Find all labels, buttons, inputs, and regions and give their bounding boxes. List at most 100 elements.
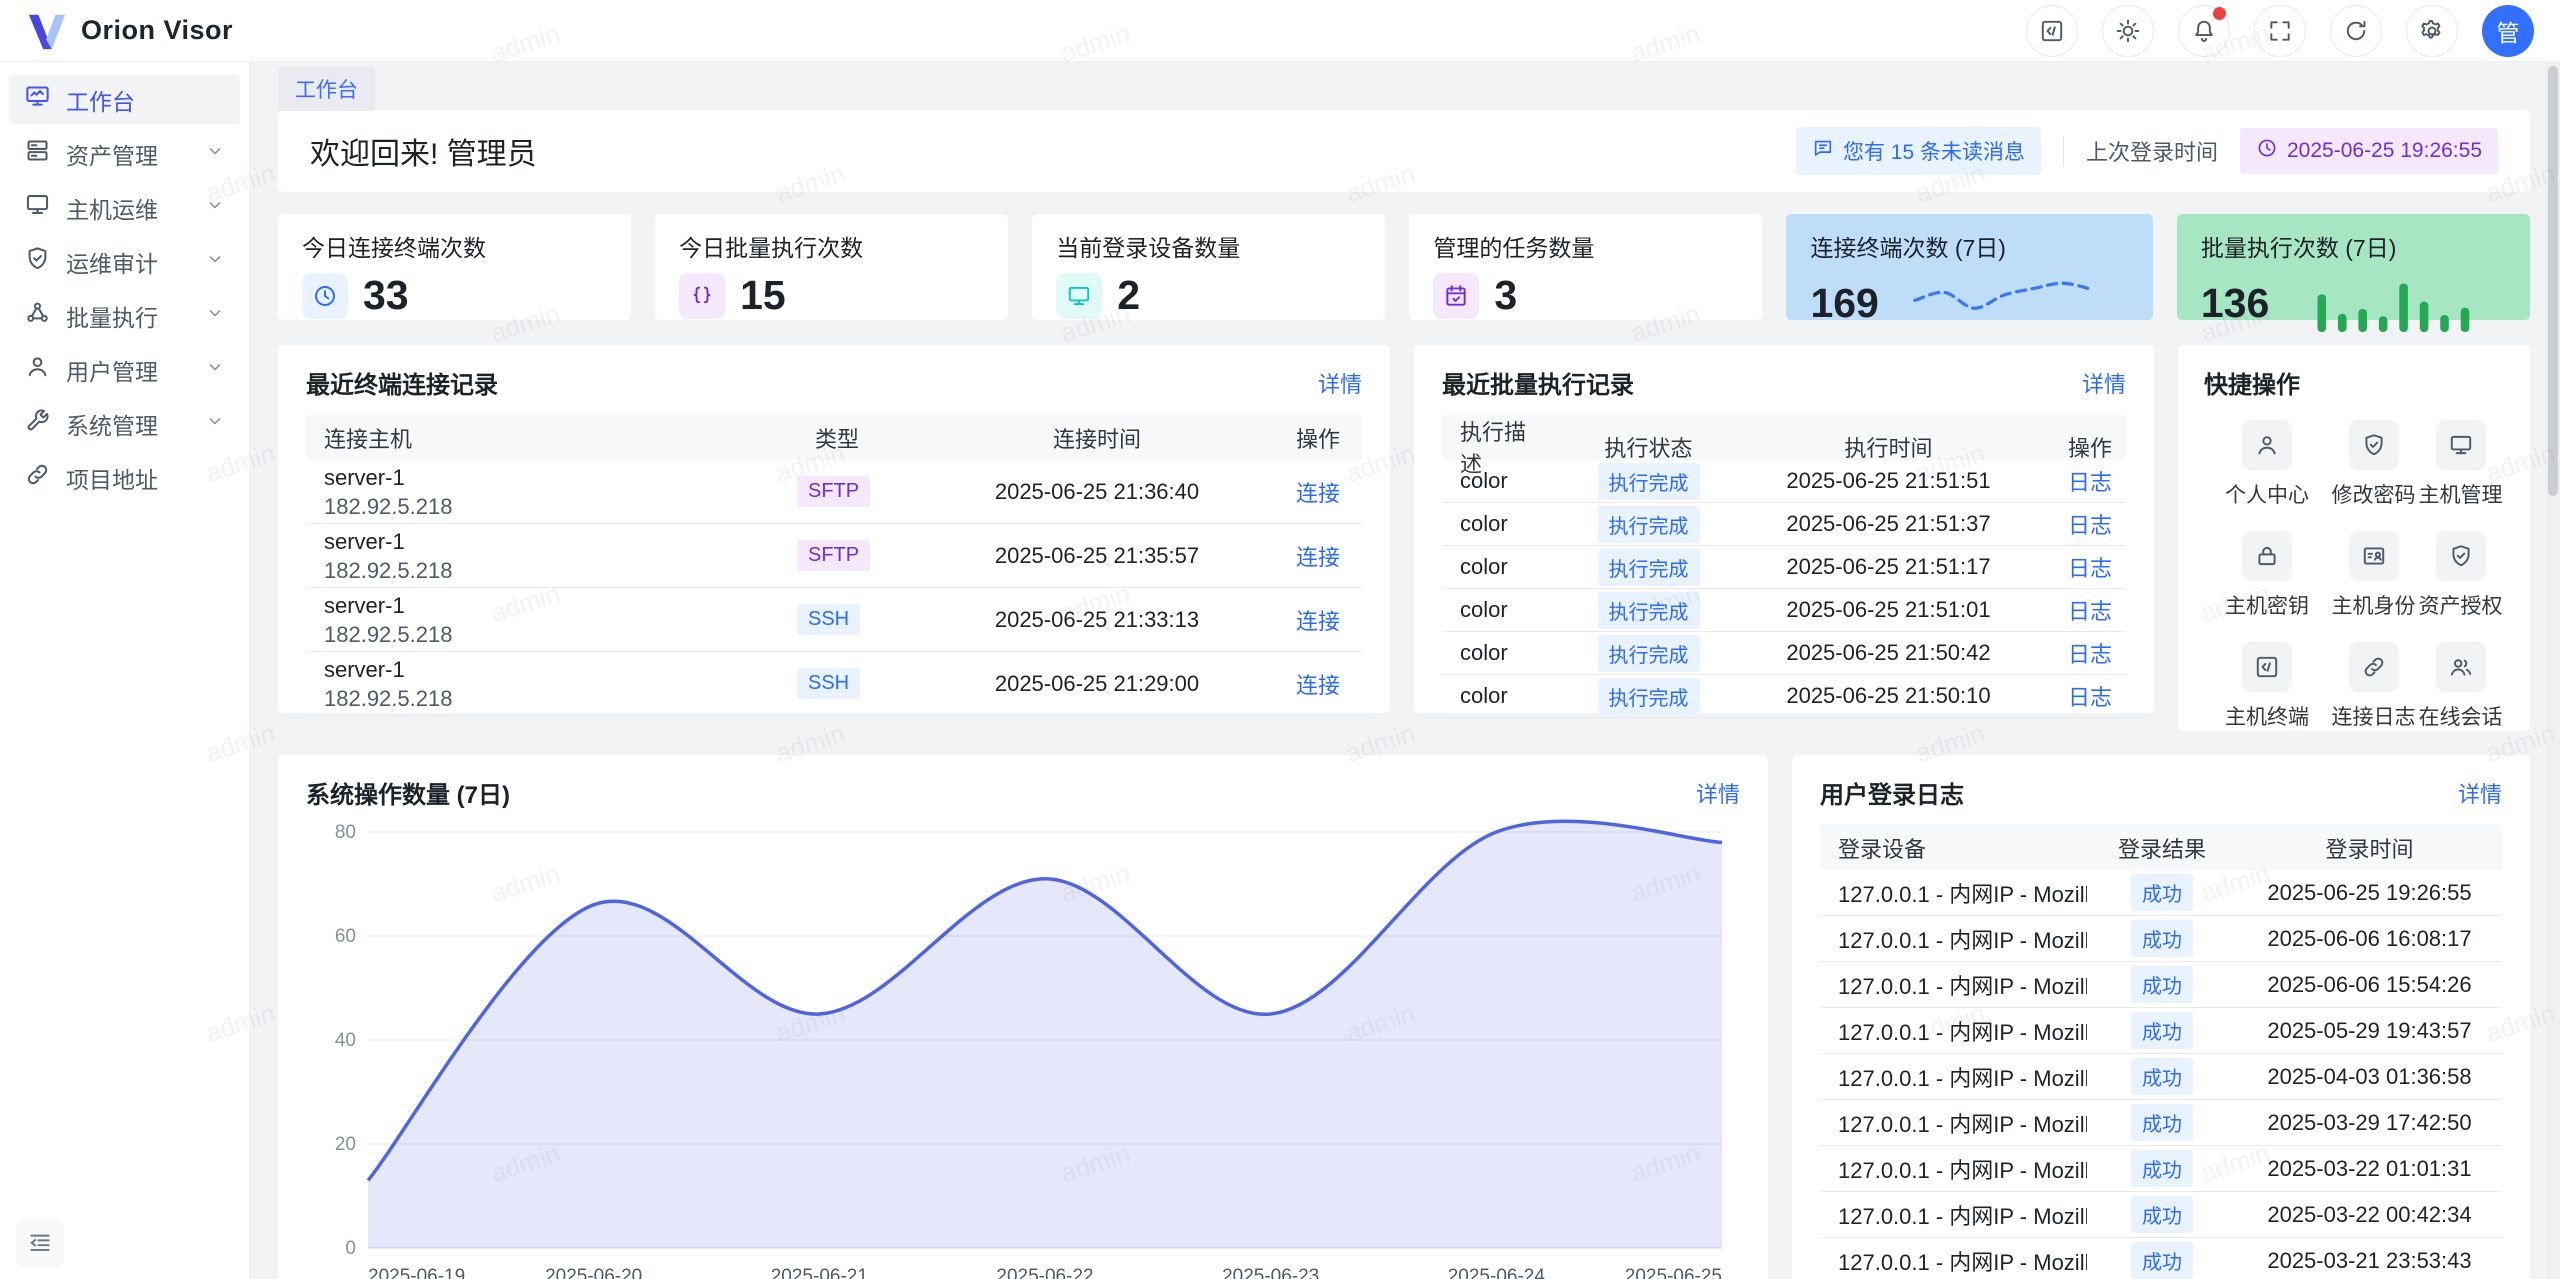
table-row: server-1 182.92.5.218 SFTP 2025-06-25 21… — [306, 524, 1362, 588]
page-scrollbar[interactable] — [2546, 62, 2560, 1279]
sidebar-item-assets[interactable]: 资产管理 — [9, 129, 240, 178]
table-row: 127.0.0.1 - 内网IP - Mozilla/5.0 (Windows … — [1820, 1100, 2502, 1146]
log-link[interactable]: 日志 — [2068, 556, 2112, 581]
sidebar-item-dashboard[interactable]: 工作台 — [9, 75, 240, 124]
sidebar: 工作台 资产管理 主机运维 运维审计 批量执行 用户管理 系统管理 项目地址 — [0, 62, 250, 1279]
quick-action-lock[interactable]: 主机密钥 — [2204, 531, 2330, 620]
table-row: 127.0.0.1 - 内网IP - Mozilla/5.0 (Windows … — [1820, 916, 2502, 962]
result-badge: 成功 — [2131, 1242, 2193, 1279]
log-link[interactable]: 日志 — [2068, 685, 2112, 710]
shield-icon — [2349, 420, 2399, 470]
login-time: 2025-03-22 01:01:31 — [2237, 1156, 2502, 1182]
login-card-title: 用户登录日志 — [1820, 775, 1964, 810]
connect-time: 2025-06-25 21:33:13 — [947, 607, 1247, 633]
monitor-icon — [24, 191, 51, 224]
batch-icon — [24, 299, 51, 332]
terminal-table-header: 连接主机类型连接时间操作 — [306, 415, 1362, 460]
spark-stat-card: 连接终端次数 (7日) 169 — [1786, 214, 2152, 320]
app-logo: Orion Visor — [26, 10, 233, 52]
sidebar-item-batch[interactable]: 批量执行 — [9, 291, 240, 340]
breadcrumb-item-workbench[interactable]: 工作台 — [278, 67, 375, 111]
quick-action-shield[interactable]: 资产授权 — [2417, 531, 2504, 620]
sidebar-item-link[interactable]: 项目地址 — [9, 453, 240, 502]
exec-time: 2025-06-25 21:50:10 — [1746, 683, 2031, 709]
user-icon — [2242, 420, 2292, 470]
svg-text:80: 80 — [335, 822, 356, 843]
connect-link[interactable]: 连接 — [1296, 609, 1340, 634]
terminal-detail-link[interactable]: 详情 — [1318, 367, 1362, 399]
exec-card-title: 最近批量执行记录 — [1442, 365, 1634, 400]
status-badge: 执行完成 — [1598, 678, 1700, 715]
quick-action-code[interactable]: 主机终端 — [2204, 642, 2330, 731]
sidebar-item-user[interactable]: 用户管理 — [9, 345, 240, 394]
quick-action-user[interactable]: 个人中心 — [2204, 420, 2330, 509]
sidebar-item-shield[interactable]: 运维审计 — [9, 237, 240, 286]
svg-text:2025-06-23: 2025-06-23 — [1222, 1266, 1319, 1279]
log-link[interactable]: 日志 — [2068, 470, 2112, 495]
table-row: 127.0.0.1 - 内网IP - Mozilla/5.0 (Windows … — [1820, 870, 2502, 916]
chart-detail-link[interactable]: 详情 — [1696, 777, 1740, 809]
login-device: 127.0.0.1 - 内网IP - Mozilla/5.0 (Windows … — [1820, 1245, 2087, 1277]
stat-label: 管理的任务数量 — [1433, 229, 1738, 263]
sidebar-item-monitor[interactable]: 主机运维 — [9, 183, 240, 232]
status-badge: 执行完成 — [1598, 592, 1700, 629]
quick-action-idcard[interactable]: 主机身份 — [2330, 531, 2417, 620]
login-device: 127.0.0.1 - 内网IP - Mozilla/5.0 (Windows … — [1820, 923, 2087, 955]
bell-button[interactable] — [2178, 5, 2230, 57]
connect-link[interactable]: 连接 — [1296, 545, 1340, 570]
column-header: 操作 — [1247, 422, 1362, 454]
connect-link[interactable]: 连接 — [1296, 481, 1340, 506]
idcard-icon — [2349, 531, 2399, 581]
svg-text:2025-06-21: 2025-06-21 — [771, 1266, 868, 1279]
orion-visor-logo-icon — [26, 10, 68, 52]
stat-label: 当前登录设备数量 — [1056, 229, 1361, 263]
refresh-button[interactable] — [2330, 5, 2382, 57]
stat-label: 批量执行次数 (7日) — [2201, 229, 2506, 263]
quick-actions-card: 快捷操作 个人中心 修改密码 主机管理 主机密钥 主机身份 资产授权 主机终端 … — [2178, 345, 2530, 731]
svg-text:40: 40 — [335, 1030, 356, 1051]
column-header: 操作 — [2031, 431, 2126, 463]
last-login-time-badge: 2025-06-25 19:26:55 — [2240, 128, 2498, 174]
svg-text:60: 60 — [335, 926, 356, 947]
chevron-down-icon — [205, 248, 225, 275]
login-time: 2025-06-06 16:08:17 — [2237, 926, 2502, 952]
unread-messages-badge[interactable]: 您有 15 条未读消息 — [1796, 127, 2041, 175]
table-row: 127.0.0.1 - 内网IP - Mozilla/5.0 (Windows … — [1820, 1008, 2502, 1054]
svg-text:2025-06-22: 2025-06-22 — [996, 1266, 1093, 1279]
log-link[interactable]: 日志 — [2068, 642, 2112, 667]
stat-value: 15 — [740, 272, 786, 319]
code-button[interactable] — [2026, 5, 2078, 57]
quick-action-users[interactable]: 在线会话 — [2417, 642, 2504, 731]
fullscreen-button[interactable] — [2254, 5, 2306, 57]
exec-desc: color — [1442, 597, 1551, 623]
message-icon — [1812, 137, 1834, 165]
user-avatar[interactable]: 管 — [2482, 5, 2534, 57]
login-device: 127.0.0.1 - 内网IP - Mozilla/5.0 (Windows … — [1820, 1153, 2087, 1185]
sidebar-item-wrench[interactable]: 系统管理 — [9, 399, 240, 448]
log-link[interactable]: 日志 — [2068, 599, 2112, 624]
sun-button[interactable] — [2102, 5, 2154, 57]
stat-value: 33 — [363, 272, 409, 319]
quick-action-link[interactable]: 连接日志 — [2330, 642, 2417, 731]
stat-label: 今日批量执行次数 — [679, 229, 984, 263]
log-link[interactable]: 日志 — [2068, 513, 2112, 538]
connect-link[interactable]: 连接 — [1296, 673, 1340, 698]
exec-detail-link[interactable]: 详情 — [2082, 367, 2126, 399]
quick-action-monitor[interactable]: 主机管理 — [2417, 420, 2504, 509]
login-detail-link[interactable]: 详情 — [2458, 777, 2502, 809]
svg-text:2025-06-24: 2025-06-24 — [1448, 1266, 1546, 1279]
host-name: server-1 — [324, 527, 779, 556]
table-row: 127.0.0.1 - 内网IP - Mozilla/5.0 (Windows … — [1820, 962, 2502, 1008]
column-header: 登录时间 — [2237, 832, 2502, 864]
topbar-actions: 管 — [2026, 5, 2534, 57]
gear-button[interactable] — [2406, 5, 2458, 57]
stat-card: 今日连接终端次数 33 — [278, 214, 631, 320]
exec-time: 2025-06-25 21:50:42 — [1746, 640, 2031, 666]
app-title: Orion Visor — [81, 15, 233, 46]
quick-action-shield[interactable]: 修改密码 — [2330, 420, 2417, 509]
sidebar-collapse-button[interactable] — [16, 1219, 64, 1267]
scrollbar-thumb[interactable] — [2548, 66, 2558, 496]
table-row: color 执行完成 2025-06-25 21:51:37 日志 — [1442, 503, 2126, 546]
spark-stat-card: 批量执行次数 (7日) 136 — [2177, 214, 2530, 320]
stat-value: 136 — [2201, 280, 2269, 327]
